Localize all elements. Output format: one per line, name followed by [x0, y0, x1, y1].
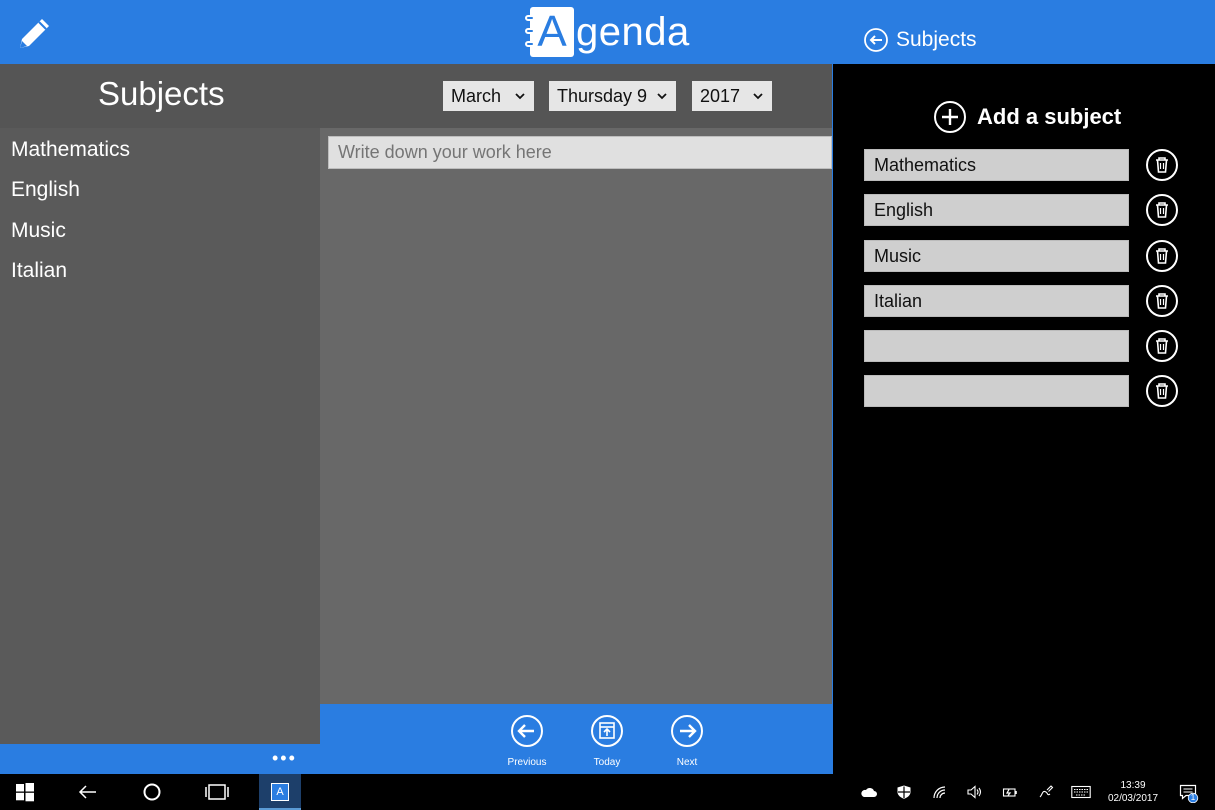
next-button[interactable]: Next — [657, 714, 717, 768]
action-center-icon[interactable]: 1 — [1179, 783, 1199, 804]
month-select[interactable]: March — [443, 81, 534, 111]
onedrive-icon[interactable] — [861, 785, 877, 799]
subject-list: Mathematics English Music Italian — [0, 128, 320, 744]
trash-icon[interactable] — [1145, 374, 1179, 408]
today-label: Today — [593, 757, 621, 768]
year-select[interactable]: 2017 — [692, 81, 772, 111]
left-footer-bar: ••• — [0, 744, 320, 774]
work-editor — [320, 128, 832, 704]
add-subject-label: Add a subject — [977, 104, 1122, 129]
back-arrow-icon[interactable] — [863, 27, 889, 53]
logo-text: genda — [576, 9, 690, 54]
work-input[interactable] — [328, 136, 832, 169]
trash-icon[interactable] — [1145, 148, 1179, 182]
more-options-button[interactable]: ••• — [272, 748, 297, 769]
add-subject-button[interactable]: Add a subject — [933, 100, 1121, 134]
cortana-icon[interactable] — [142, 782, 162, 802]
day-select[interactable]: Thursday 9 — [549, 81, 676, 111]
subject-field-6[interactable] — [864, 375, 1129, 407]
subject-field-3[interactable] — [864, 240, 1129, 272]
pencil-icon[interactable] — [14, 12, 56, 54]
touch-keyboard-icon[interactable] — [1071, 785, 1091, 799]
today-icon — [591, 715, 623, 747]
subject-item-music[interactable]: Music — [11, 219, 66, 243]
windows-taskbar: A 13:39 02/03/2017 1 — [0, 774, 1215, 810]
logo-letter: A — [537, 7, 567, 56]
agenda-app: A genda Subjects March Thursday 9 2017 M… — [0, 0, 832, 774]
spiral-icon — [525, 41, 535, 47]
spiral-icon — [525, 15, 535, 21]
trash-icon[interactable] — [1145, 329, 1179, 363]
logo-book-icon: A — [525, 7, 574, 57]
defender-shield-icon[interactable] — [896, 785, 912, 799]
subjects-flyout: Subjects Add a subject — [832, 0, 1215, 774]
page-title: Subjects — [98, 75, 225, 112]
system-clock[interactable]: 13:39 02/03/2017 — [1098, 779, 1168, 805]
windows-start-icon[interactable] — [15, 782, 35, 802]
volume-icon[interactable] — [967, 785, 983, 799]
battery-icon[interactable] — [1002, 785, 1018, 799]
spiral-icon — [525, 28, 535, 34]
subject-item-mathematics[interactable]: Mathematics — [11, 138, 130, 162]
navigation-bar: Previous Today Next — [320, 704, 832, 774]
previous-button[interactable]: Previous — [497, 714, 557, 768]
page-header: Subjects March Thursday 9 2017 — [0, 64, 832, 128]
chevron-down-icon — [657, 93, 667, 100]
flyout-title: Subjects — [896, 28, 977, 51]
month-value: March — [451, 86, 502, 106]
subject-field-1[interactable] — [864, 149, 1129, 181]
pen-workspace-icon[interactable] — [1038, 785, 1054, 799]
trash-icon[interactable] — [1145, 193, 1179, 227]
previous-label: Previous — [507, 757, 547, 768]
task-view-icon[interactable] — [205, 782, 229, 802]
app-logo: A genda — [525, 4, 690, 60]
subject-field-5[interactable] — [864, 330, 1129, 362]
trash-icon[interactable] — [1145, 239, 1179, 273]
arrow-right-icon — [671, 715, 703, 747]
day-value: Thursday 9 — [557, 86, 648, 106]
flyout-header: Subjects — [833, 0, 1215, 64]
subject-field-2[interactable] — [864, 194, 1129, 226]
subject-item-italian[interactable]: Italian — [11, 259, 67, 283]
taskbar-agenda-app[interactable]: A — [259, 774, 301, 810]
trash-icon[interactable] — [1145, 284, 1179, 318]
chevron-down-icon — [753, 93, 763, 100]
arrow-left-icon — [511, 715, 543, 747]
app-topbar: A genda — [0, 0, 832, 64]
year-value: 2017 — [700, 86, 741, 106]
plus-circle-icon — [934, 101, 966, 133]
back-icon[interactable] — [78, 782, 98, 802]
wifi-icon[interactable] — [932, 785, 948, 799]
screen: A genda Subjects March Thursday 9 2017 M… — [0, 0, 1215, 810]
clock-date: 02/03/2017 — [1107, 793, 1159, 804]
clock-time: 13:39 — [1120, 780, 1146, 791]
notification-count: 1 — [1190, 793, 1196, 802]
subject-item-english[interactable]: English — [11, 178, 80, 202]
today-button[interactable]: Today — [577, 714, 637, 768]
agenda-app-icon: A — [271, 783, 289, 801]
chevron-down-icon — [515, 93, 525, 100]
subject-field-4[interactable] — [864, 285, 1129, 317]
next-label: Next — [676, 757, 698, 768]
